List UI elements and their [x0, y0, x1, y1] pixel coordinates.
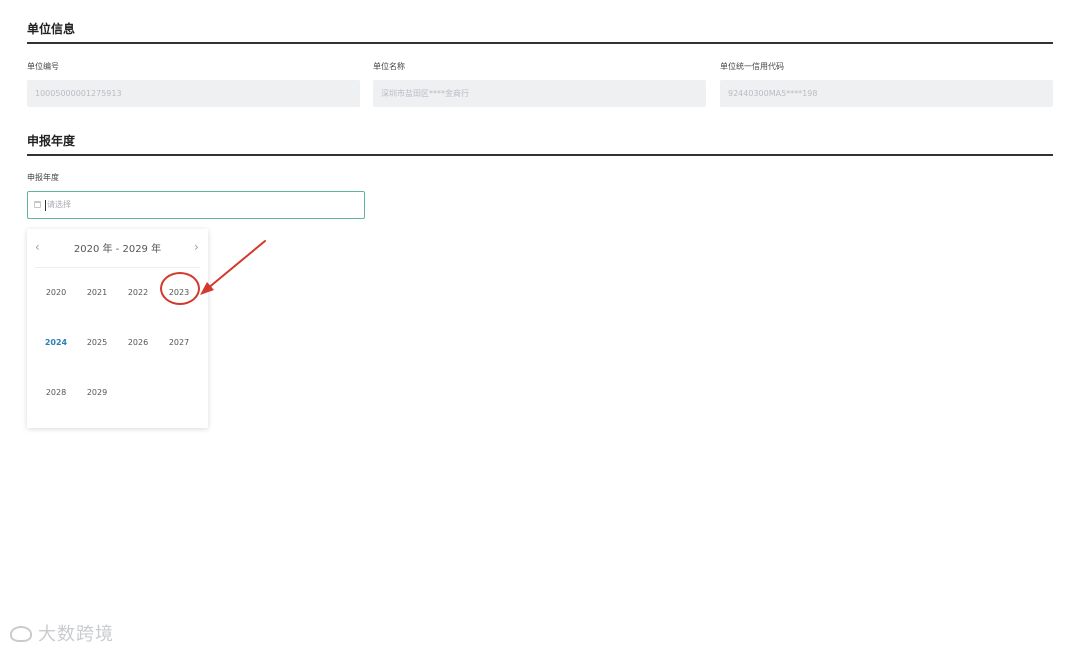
unit-name-label: 单位名称 [373, 62, 405, 71]
unit-name-field: 深圳市盐田区****金商行 [373, 80, 706, 107]
year-picker-header: ‹ 2020 年 - 2029 年 › [27, 229, 208, 267]
report-year-input[interactable]: 请选择 [27, 191, 365, 219]
report-year-placeholder: 请选择 [47, 200, 71, 209]
report-year-label: 申报年度 [27, 173, 59, 182]
page: 单位信息 单位编号 10005000001275913 单位名称 深圳市盐田区*… [0, 0, 1080, 654]
text-cursor [45, 200, 46, 211]
credit-code-label: 单位统一信用代码 [720, 62, 784, 71]
year-cell-2029[interactable]: 2029 [80, 385, 114, 401]
credit-code-field: 92440300MA5****198 [720, 80, 1053, 107]
year-picker-panel: ‹ 2020 年 - 2029 年 › 2020 2021 2022 2023 … [27, 229, 208, 428]
year-cell-2028[interactable]: 2028 [39, 385, 73, 401]
section-divider [27, 154, 1053, 156]
section-title-report-year: 申报年度 [27, 134, 76, 148]
watermark-text: 大数跨境 [38, 624, 114, 645]
year-cell-2024-current[interactable]: 2024 [39, 335, 73, 351]
year-cell-2027[interactable]: 2027 [162, 335, 196, 351]
year-cell-2022[interactable]: 2022 [121, 285, 155, 301]
unit-number-field: 10005000001275913 [27, 80, 360, 107]
unit-number-label: 单位编号 [27, 62, 59, 71]
decade-range-label: 2020 年 - 2029 年 [73, 244, 162, 255]
section-divider [27, 42, 1053, 44]
picker-divider [35, 267, 200, 268]
calendar-icon [34, 201, 41, 208]
year-cell-2025[interactable]: 2025 [80, 335, 114, 351]
watermark-logo-icon [10, 626, 32, 642]
year-cell-2021[interactable]: 2021 [80, 285, 114, 301]
year-cell-2020[interactable]: 2020 [39, 285, 73, 301]
watermark: 大数跨境 [10, 620, 114, 646]
year-cell-2026[interactable]: 2026 [121, 335, 155, 351]
section-title-unit-info: 单位信息 [27, 22, 76, 36]
annotation-arrow-icon [200, 240, 266, 295]
annotation-circle [160, 272, 200, 305]
